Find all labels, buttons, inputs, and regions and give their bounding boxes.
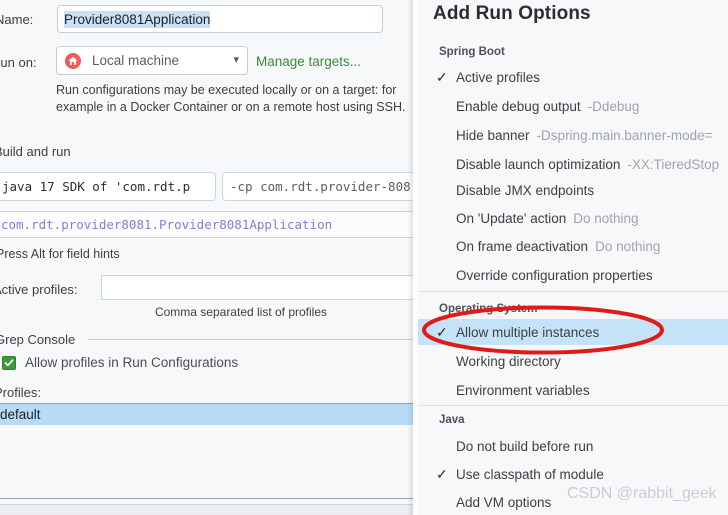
checkbox-checked-icon xyxy=(2,355,16,370)
name-label: Name: xyxy=(0,12,34,27)
menu-item-label: Do not build before run xyxy=(456,438,594,454)
menu-item-override-configuration-properties[interactable]: Override configuration properties xyxy=(418,262,728,288)
list-item[interactable]: default xyxy=(0,404,413,425)
manage-targets-link[interactable]: Manage targets... xyxy=(256,54,361,69)
allow-profiles-label: Allow profiles in Run Configurations xyxy=(25,355,239,370)
menu-item-allow-multiple-instances[interactable]: ✓ Allow multiple instances xyxy=(418,319,728,345)
run-configuration-dialog: Name: Provider8081Application Run on: Lo… xyxy=(0,0,413,515)
menu-item-enable-debug-output[interactable]: Enable debug output -Ddebug xyxy=(418,93,728,119)
profiles-label: Profiles: xyxy=(0,385,41,400)
menu-item-label: Active profiles xyxy=(456,69,541,85)
profiles-list[interactable]: default xyxy=(0,403,413,499)
menu-item-value: Do nothing xyxy=(573,210,639,226)
menu-item-value: -XX:TieredStop xyxy=(627,156,720,172)
menu-item-active-profiles[interactable]: ✓ Active profiles xyxy=(418,64,728,90)
menu-item-label: Override configuration properties xyxy=(456,267,653,283)
name-input-value: Provider8081Application xyxy=(64,10,211,28)
build-and-run-section-title: Build and run xyxy=(0,144,71,159)
chevron-down-icon: ▾ xyxy=(233,54,239,66)
main-class-value: com.rdt.provider8081.Provider8081Applica… xyxy=(1,217,333,232)
targets-hint-text: Run configurations may be executed local… xyxy=(56,83,406,114)
section-header-operating-system: Operating System xyxy=(439,303,538,315)
main-class-field[interactable]: com.rdt.provider8081.Provider8081Applica… xyxy=(0,211,413,238)
menu-item-label: On 'Update' action xyxy=(456,210,567,226)
menu-item-on-update-action[interactable]: On 'Update' action Do nothing xyxy=(418,205,728,231)
popup-divider xyxy=(418,405,728,406)
menu-item-label: Environment variables xyxy=(456,382,590,398)
run-on-combobox[interactable]: Local machine ▾ xyxy=(56,46,248,75)
popup-title: Add Run Options xyxy=(433,3,591,24)
menu-item-working-directory[interactable]: Working directory xyxy=(418,348,728,374)
run-on-label: Run on: xyxy=(0,55,37,70)
menu-item-environment-variables[interactable]: Environment variables xyxy=(418,377,728,403)
menu-item-label: Hide banner xyxy=(456,127,530,143)
menu-item-use-classpath-of-module[interactable]: ✓ Use classpath of module xyxy=(418,461,728,487)
home-icon xyxy=(65,52,81,69)
add-run-options-popup: Add Run Options Spring Boot ✓ Active pro… xyxy=(418,0,728,515)
menu-item-disable-jmx-endpoints[interactable]: Disable JMX endpoints xyxy=(418,177,728,203)
module-classpath-field[interactable]: -cp com.rdt.provider-808 xyxy=(222,172,413,201)
menu-item-disable-launch-optimization[interactable]: Disable launch optimization -XX:TieredSt… xyxy=(418,151,728,177)
menu-item-label: Allow multiple instances xyxy=(456,324,600,340)
popup-divider xyxy=(418,291,728,292)
menu-item-value: Do nothing xyxy=(595,238,661,254)
run-on-value: Local machine xyxy=(92,53,180,68)
jre-sdk-field[interactable]: java 17 SDK of 'com.rdt.p xyxy=(0,172,216,201)
menu-item-label: Disable launch optimization xyxy=(456,156,621,172)
screenshot-root: Name: Provider8081Application Run on: Lo… xyxy=(0,0,728,515)
list-item-label: default xyxy=(0,407,41,422)
dialog-bottom-strip xyxy=(0,504,413,515)
press-alt-hint: Press Alt for field hints xyxy=(0,247,120,261)
menu-item-label: Enable debug output xyxy=(456,98,581,114)
module-classpath-value: -cp com.rdt.provider-808 xyxy=(230,179,411,194)
comma-separated-hint: Comma separated list of profiles xyxy=(154,305,328,319)
active-profiles-label: Active profiles: xyxy=(0,282,78,297)
section-header-java: Java xyxy=(439,414,465,426)
grep-console-section-title: Grep Console xyxy=(0,332,76,347)
menu-item-label: Disable JMX endpoints xyxy=(456,182,595,198)
active-profiles-input[interactable] xyxy=(101,275,413,300)
jre-sdk-value: java 17 SDK of 'com.rdt.p xyxy=(2,179,191,194)
menu-item-value: -Dspring.main.banner-mode= xyxy=(536,127,713,143)
menu-item-label: Add VM options xyxy=(456,494,552,510)
check-icon: ✓ xyxy=(436,324,448,340)
grep-console-separator xyxy=(88,339,413,340)
menu-item-value: -Ddebug xyxy=(587,98,640,114)
menu-item-label: On frame deactivation xyxy=(456,238,589,254)
section-header-spring-boot: Spring Boot xyxy=(439,46,505,58)
name-input[interactable]: Provider8081Application xyxy=(57,5,383,33)
menu-item-on-frame-deactivation[interactable]: On frame deactivation Do nothing xyxy=(418,233,728,259)
menu-item-hide-banner[interactable]: Hide banner -Dspring.main.banner-mode= xyxy=(418,122,728,148)
watermark-text: CSDN @rabbit_geek xyxy=(567,485,717,502)
menu-item-label: Working directory xyxy=(456,353,561,369)
check-icon: ✓ xyxy=(436,69,448,85)
menu-item-do-not-build-before-run[interactable]: Do not build before run xyxy=(418,433,728,459)
check-icon: ✓ xyxy=(436,466,448,482)
allow-profiles-checkbox[interactable]: Allow profiles in Run Configurations xyxy=(2,355,238,370)
menu-item-label: Use classpath of module xyxy=(456,466,604,482)
